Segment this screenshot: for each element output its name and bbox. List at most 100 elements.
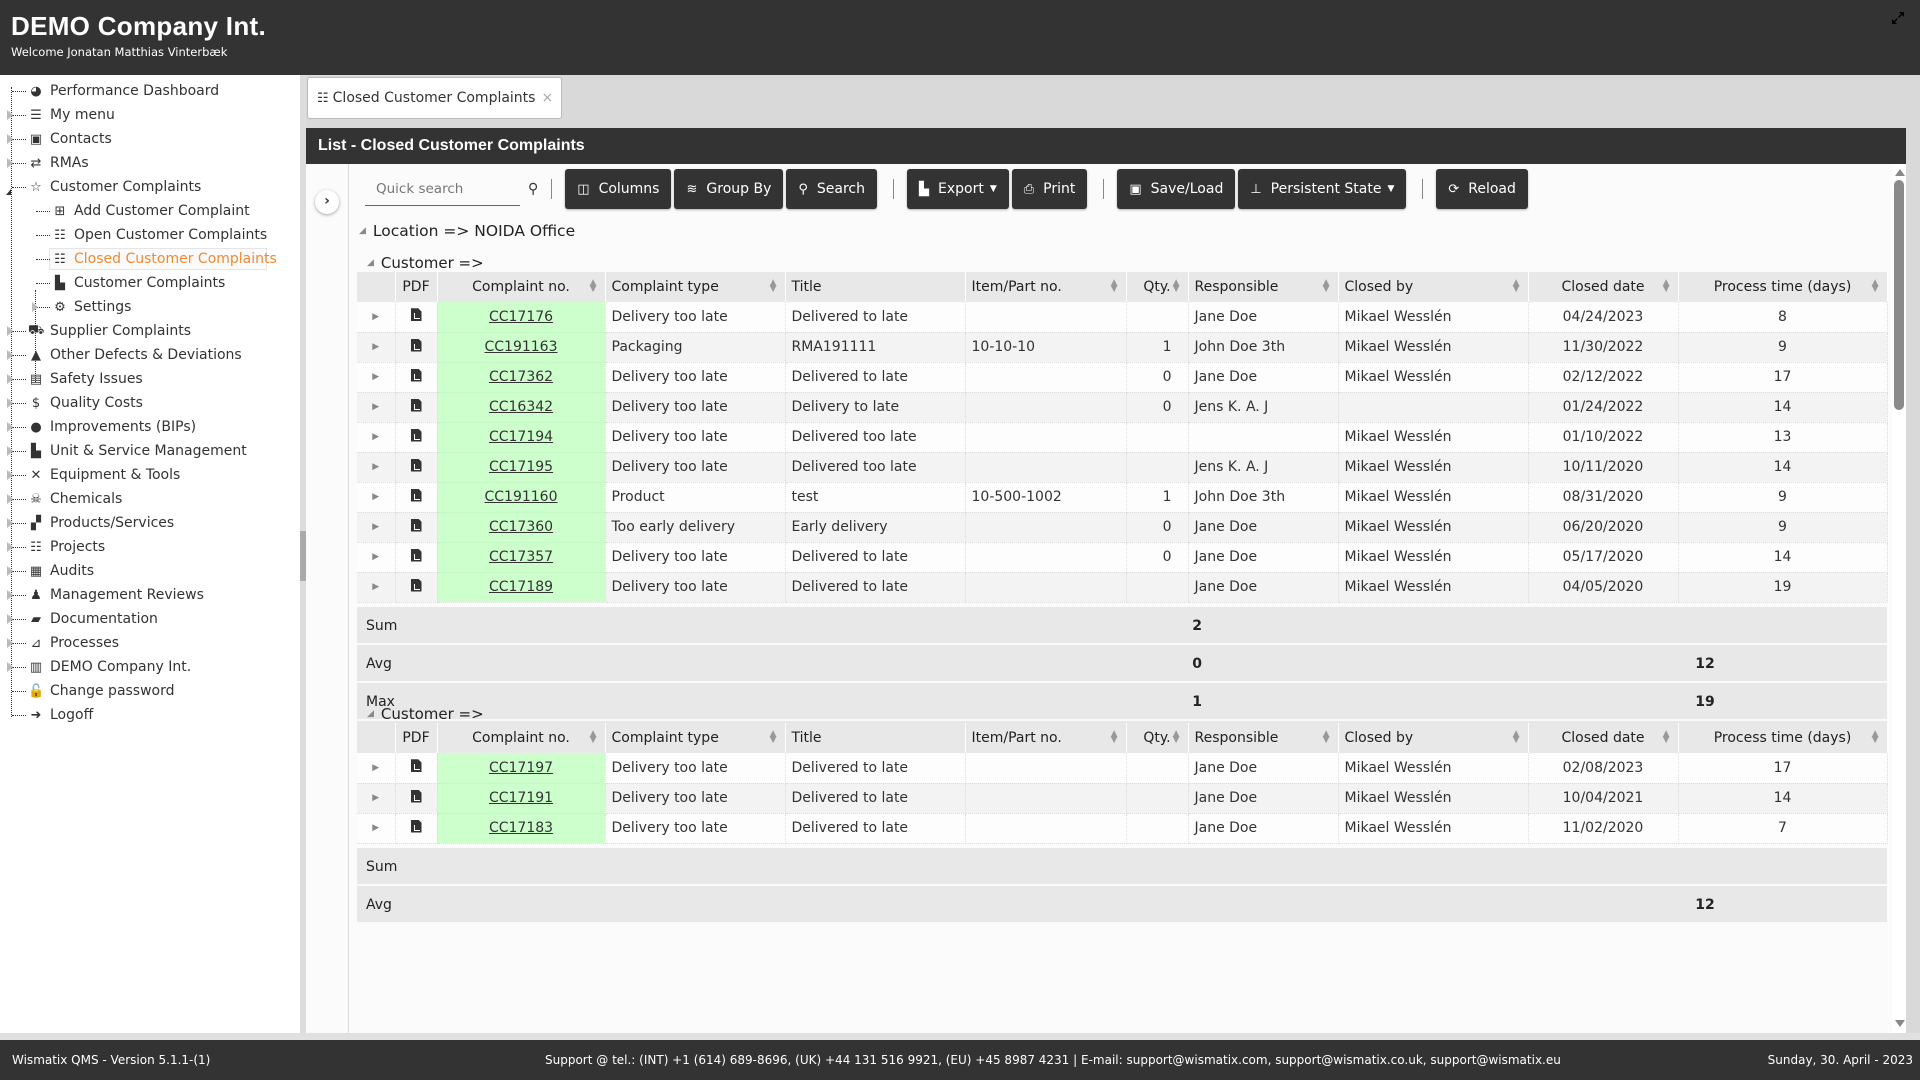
expand-triangle-icon[interactable]: [7, 374, 13, 384]
save-load-button[interactable]: ▣ Save/Load: [1117, 169, 1236, 209]
pdf-cell[interactable]: [395, 482, 438, 513]
pdf-cell[interactable]: [395, 332, 438, 363]
sidebar-item-performance-dashboard[interactable]: ◕ Performance Dashboard: [0, 79, 300, 103]
expand-arrows-icon[interactable]: [1890, 10, 1906, 26]
print-button[interactable]: ⎙ Print: [1011, 169, 1088, 209]
row-expand-icon[interactable]: ▶: [357, 392, 396, 423]
sort-icon[interactable]: ▲ ▼: [1111, 730, 1118, 745]
pdf-cell[interactable]: [395, 813, 438, 844]
expand-triangle-icon[interactable]: [7, 518, 13, 528]
table-row[interactable]: ▶ CC17362 Delivery too late Delivered to la…: [357, 362, 1888, 393]
complaint-no-link[interactable]: CC17189: [489, 579, 553, 595]
table-row[interactable]: ▶ CC17189 Delivery too late Delivered to la…: [357, 572, 1888, 603]
sidebar-item-add-customer-complaint[interactable]: ⊞ Add Customer Complaint: [0, 199, 300, 223]
complaint-no-link[interactable]: CC17357: [489, 549, 553, 565]
sidebar-item-closed-customer-complaints[interactable]: ☷ Closed Customer Complaints: [0, 247, 300, 271]
row-expand-icon[interactable]: ▶: [357, 753, 396, 784]
file-pdf-icon[interactable]: [410, 338, 422, 352]
file-pdf-icon[interactable]: [410, 759, 422, 773]
file-pdf-icon[interactable]: [410, 518, 422, 532]
table-row[interactable]: ▶ CC17176 Delivery too late Delivered to la…: [357, 302, 1888, 333]
column-header-closed-by[interactable]: Closed by ▲ ▼: [1338, 723, 1529, 753]
file-pdf-icon[interactable]: [410, 308, 422, 322]
row-expand-icon[interactable]: ▶: [357, 422, 396, 453]
sidebar-item-quality-costs[interactable]: $ Quality Costs: [0, 391, 300, 415]
complaint-no-link[interactable]: CC17195: [489, 459, 553, 475]
sort-icon[interactable]: ▲ ▼: [1663, 279, 1670, 294]
expand-filter-button[interactable]: ›: [315, 190, 339, 214]
export-button[interactable]: ▙ Export ▼: [907, 169, 1009, 209]
complaint-no-link[interactable]: CC191163: [485, 339, 558, 355]
column-header-closed-date[interactable]: Closed date ▲ ▼: [1528, 272, 1679, 302]
sidebar-item-customer-complaints[interactable]: ☆ Customer Complaints: [0, 175, 300, 199]
column-header-closed-date[interactable]: Closed date ▲ ▼: [1528, 723, 1679, 753]
complaint-no-link[interactable]: CC191160: [485, 489, 558, 505]
sidebar-item-safety-issues[interactable]: ▤ Safety Issues: [0, 367, 300, 391]
sidebar-item-demo-company-int[interactable]: ▥ DEMO Company Int.: [0, 655, 300, 679]
expand-triangle-icon[interactable]: [7, 566, 13, 576]
column-header-complaint-no[interactable]: Complaint no. ▲ ▼: [437, 272, 606, 302]
reload-button[interactable]: ⟳ Reload: [1436, 169, 1528, 209]
vertical-scrollbar[interactable]: [1892, 164, 1906, 1033]
column-header-item-part-no[interactable]: Item/Part no. ▲ ▼: [965, 723, 1127, 753]
expand-triangle-icon[interactable]: [7, 638, 13, 648]
expand-triangle-icon[interactable]: [7, 326, 13, 336]
expand-triangle-icon[interactable]: [7, 494, 13, 504]
sidebar-item-supplier-complaints[interactable]: ⛟ Supplier Complaints: [0, 319, 300, 343]
row-expand-icon[interactable]: ▶: [357, 512, 396, 543]
complaint-no-link[interactable]: CC17194: [489, 429, 553, 445]
table-row[interactable]: ▶ CC16342 Delivery too late Delivery to lat…: [357, 392, 1888, 423]
sidebar-item-processes[interactable]: ⊿ Processes: [0, 631, 300, 655]
sidebar-item-equipment-tools[interactable]: ✕ Equipment & Tools: [0, 463, 300, 487]
column-header-closed-by[interactable]: Closed by ▲ ▼: [1338, 272, 1529, 302]
pdf-cell[interactable]: [395, 783, 438, 814]
close-icon[interactable]: ×: [541, 90, 553, 106]
file-pdf-icon[interactable]: [410, 548, 422, 562]
expand-triangle-icon[interactable]: [7, 158, 13, 168]
tab-closed-customer-complaints[interactable]: ☷ Closed Customer Complaints ×: [307, 77, 563, 119]
sort-icon[interactable]: ▲ ▼: [1111, 279, 1118, 294]
scroll-down-arrow[interactable]: [1895, 1020, 1905, 1027]
row-expand-icon[interactable]: ▶: [357, 332, 396, 363]
complaint-no-link[interactable]: CC16342: [489, 399, 553, 415]
table-row[interactable]: ▶ CC17194 Delivery too late Delivered too l…: [357, 422, 1888, 453]
table-row[interactable]: ▶ CC17357 Delivery too late Delivered to la…: [357, 542, 1888, 573]
sort-icon[interactable]: ▲ ▼: [1173, 279, 1180, 294]
table-row[interactable]: ▶ CC17183 Delivery too late Delivered to la…: [357, 813, 1888, 844]
expand-triangle-icon[interactable]: [7, 422, 13, 432]
column-header-responsible[interactable]: Responsible ▲ ▼: [1188, 272, 1339, 302]
row-expand-icon[interactable]: ▶: [357, 813, 396, 844]
sidebar-item-improvements-bips[interactable]: ● Improvements (BIPs): [0, 415, 300, 439]
expand-triangle-icon[interactable]: [7, 614, 13, 624]
search-button[interactable]: ⚲ Search: [786, 169, 877, 209]
column-header-complaint-type[interactable]: Complaint type ▲ ▼: [605, 272, 786, 302]
column-header-qty[interactable]: Qty. ▲ ▼: [1126, 272, 1189, 302]
sort-icon[interactable]: ▲ ▼: [1323, 730, 1330, 745]
complaint-no-link[interactable]: CC17362: [489, 369, 553, 385]
pdf-cell[interactable]: [395, 422, 438, 453]
row-expand-icon[interactable]: ▶: [357, 362, 396, 393]
sort-icon[interactable]: ▲ ▼: [1323, 279, 1330, 294]
pdf-cell[interactable]: [395, 572, 438, 603]
group-by-button[interactable]: ≋ Group By: [674, 169, 784, 209]
expand-triangle-icon[interactable]: [7, 134, 13, 144]
file-pdf-icon[interactable]: [410, 458, 422, 472]
expand-triangle-icon[interactable]: [7, 446, 13, 456]
pdf-cell[interactable]: [395, 542, 438, 573]
complaint-no-link[interactable]: CC17191: [489, 790, 553, 806]
sort-icon[interactable]: ▲ ▼: [770, 279, 777, 294]
complaint-no-link[interactable]: CC17183: [489, 820, 553, 836]
sort-icon[interactable]: ▲ ▼: [770, 730, 777, 745]
persistent-state-button[interactable]: ⊥ Persistent State ▼: [1238, 169, 1407, 209]
expand-triangle-icon[interactable]: [32, 302, 38, 312]
sidebar-item-logoff[interactable]: ➜ Logoff: [0, 703, 300, 727]
file-pdf-icon[interactable]: [410, 368, 422, 382]
row-expand-icon[interactable]: ▶: [357, 482, 396, 513]
sidebar-item-products-services[interactable]: ▞ Products/Services: [0, 511, 300, 535]
expand-triangle-icon[interactable]: [7, 590, 13, 600]
file-pdf-icon[interactable]: [410, 578, 422, 592]
row-expand-icon[interactable]: ▶: [357, 542, 396, 573]
complaint-no-link[interactable]: CC17197: [489, 760, 553, 776]
sidebar-item-customer-complaints[interactable]: ▙ Customer Complaints: [0, 271, 300, 295]
column-header-responsible[interactable]: Responsible ▲ ▼: [1188, 723, 1339, 753]
